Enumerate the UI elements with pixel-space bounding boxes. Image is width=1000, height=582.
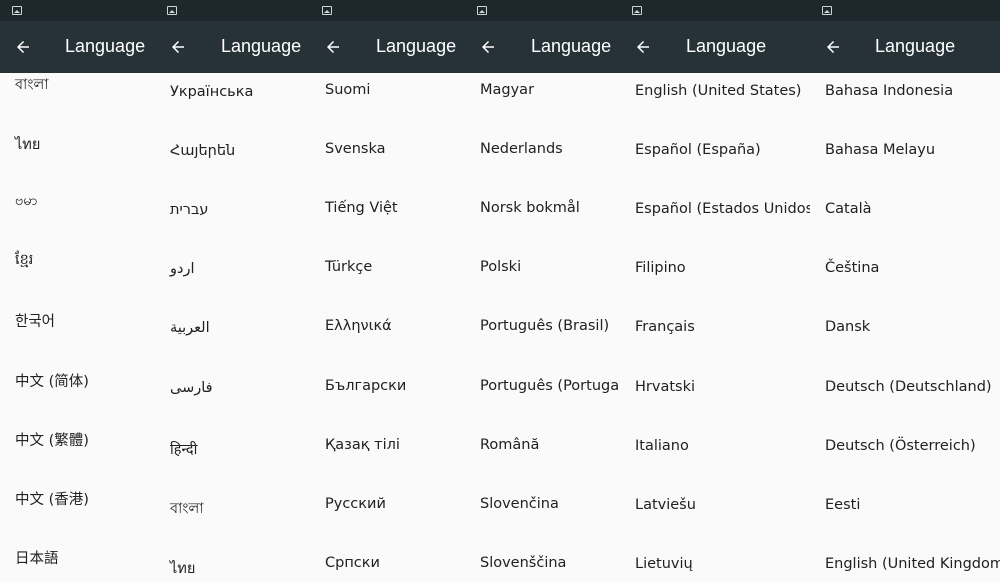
language-item[interactable]: Slovenčina bbox=[465, 496, 620, 536]
language-item[interactable]: Հայերեն bbox=[155, 143, 310, 183]
language-item[interactable]: Dansk bbox=[810, 319, 1000, 359]
language-item[interactable]: العربية bbox=[155, 320, 310, 360]
language-item[interactable]: Nederlands bbox=[465, 141, 620, 181]
language-item[interactable]: Română bbox=[465, 437, 620, 477]
language-item[interactable]: 中文 (香港) bbox=[0, 488, 155, 528]
language-item[interactable]: Hrvatski bbox=[620, 379, 810, 419]
language-item[interactable]: Bahasa Indonesia bbox=[810, 83, 1000, 123]
arrow-back-icon bbox=[827, 41, 839, 53]
language-item[interactable]: Magyar bbox=[465, 82, 620, 122]
arrow-back-icon bbox=[327, 41, 339, 53]
back-button[interactable] bbox=[630, 34, 656, 60]
language-screen-3: Language Suomi Svenska Tiếng Việt Türkçe Ελλη… bbox=[310, 0, 465, 582]
image-icon bbox=[632, 6, 642, 15]
language-item[interactable]: বাংলা bbox=[155, 498, 310, 538]
arrow-back-icon bbox=[172, 41, 184, 53]
language-item[interactable]: Suomi bbox=[310, 82, 465, 122]
language-item[interactable]: Ελληνικά bbox=[310, 318, 465, 358]
arrow-back-icon bbox=[637, 41, 649, 53]
status-bar bbox=[810, 0, 1000, 21]
status-bar bbox=[310, 0, 465, 21]
language-item[interactable]: 한국어 bbox=[0, 310, 155, 350]
language-item[interactable]: Türkçe bbox=[310, 259, 465, 299]
language-item[interactable]: Українська bbox=[155, 84, 310, 124]
status-bar bbox=[465, 0, 620, 21]
language-item[interactable]: Français bbox=[620, 319, 810, 359]
language-screen-1: Language বাংলা ไทย ဗမာ ខ្មែរ 한국어 中文 (简体) 中文 (繁體… bbox=[0, 0, 155, 582]
language-item[interactable]: Български bbox=[310, 378, 465, 418]
language-item[interactable]: Norsk bokmål bbox=[465, 200, 620, 240]
back-button[interactable] bbox=[10, 34, 36, 60]
language-item[interactable]: English (United States) bbox=[620, 83, 810, 123]
language-item[interactable]: ไทย bbox=[155, 557, 310, 582]
language-screen-2: Language Українська Հայերեն עברית اردو العربي… bbox=[155, 0, 310, 582]
language-item[interactable]: Português (Portugal) bbox=[465, 378, 620, 418]
toolbar: Language bbox=[810, 21, 1000, 73]
language-item[interactable]: Polski bbox=[465, 259, 620, 299]
toolbar: Language bbox=[620, 21, 810, 73]
language-item[interactable]: Eesti bbox=[810, 497, 1000, 537]
language-screen-6: Language Bahasa Indonesia Bahasa Melayu Cat… bbox=[810, 0, 1000, 582]
language-item[interactable]: 日本語 bbox=[0, 547, 155, 582]
toolbar-title: Language bbox=[531, 36, 612, 56]
language-screen-4: Language Magyar Nederlands Norsk bokmål Pols… bbox=[465, 0, 620, 582]
arrow-back-icon bbox=[482, 41, 494, 53]
language-item[interactable]: বাংলা bbox=[0, 74, 155, 114]
language-item[interactable]: Latviešu bbox=[620, 497, 810, 537]
language-item[interactable]: Српски bbox=[310, 555, 465, 582]
language-item[interactable]: Čeština bbox=[810, 260, 1000, 300]
arrow-back-icon bbox=[17, 41, 29, 53]
language-item[interactable]: Қазақ тілі bbox=[310, 437, 465, 477]
language-item[interactable]: Русский bbox=[310, 496, 465, 536]
language-item[interactable]: Català bbox=[810, 201, 1000, 241]
language-item[interactable]: Português (Brasil) bbox=[465, 318, 620, 358]
screenshot-strip: Language বাংলা ไทย ဗမာ ខ្មែរ 한국어 中文 (简体) 中文 (繁體… bbox=[0, 0, 1000, 582]
image-icon bbox=[822, 6, 832, 15]
status-bar bbox=[155, 0, 310, 21]
toolbar-title: Language bbox=[376, 36, 457, 56]
language-item[interactable]: Slovenščina bbox=[465, 555, 620, 582]
language-item[interactable]: فارسی bbox=[155, 380, 310, 420]
language-item[interactable]: ဗမာ bbox=[0, 192, 155, 232]
toolbar: Language bbox=[465, 21, 620, 73]
language-item[interactable]: Italiano bbox=[620, 438, 810, 478]
toolbar-title: Language bbox=[686, 36, 767, 56]
language-item[interactable]: Español (Estados Unidos) bbox=[620, 201, 810, 241]
toolbar-title: Language bbox=[65, 36, 146, 56]
image-icon bbox=[12, 6, 22, 15]
language-item[interactable]: ไทย bbox=[0, 133, 155, 173]
language-item[interactable]: English (United Kingdom) bbox=[810, 556, 1000, 582]
toolbar-title: Language bbox=[875, 36, 956, 56]
language-item[interactable]: हिन्दी bbox=[155, 439, 310, 479]
language-item[interactable]: Español (España) bbox=[620, 142, 810, 182]
back-button[interactable] bbox=[475, 34, 501, 60]
language-item[interactable]: Deutsch (Österreich) bbox=[810, 438, 1000, 478]
language-item[interactable]: Filipino bbox=[620, 260, 810, 300]
image-icon bbox=[322, 6, 332, 15]
language-screen-5: Language English (United States) Español (… bbox=[620, 0, 810, 582]
image-icon bbox=[167, 6, 177, 15]
toolbar-title: Language bbox=[221, 36, 302, 56]
language-item[interactable]: Tiếng Việt bbox=[310, 200, 465, 240]
back-button[interactable] bbox=[320, 34, 346, 60]
language-item[interactable]: اردو bbox=[155, 261, 310, 301]
language-item[interactable]: ខ្មែរ bbox=[0, 251, 155, 291]
toolbar: Language bbox=[310, 21, 465, 73]
language-item[interactable]: Bahasa Melayu bbox=[810, 142, 1000, 182]
toolbar: Language bbox=[0, 21, 155, 73]
language-item[interactable]: Deutsch (Deutschland) bbox=[810, 379, 1000, 419]
image-icon bbox=[477, 6, 487, 15]
language-item[interactable]: Lietuvių bbox=[620, 556, 810, 582]
status-bar bbox=[0, 0, 155, 21]
toolbar: Language bbox=[155, 21, 310, 73]
language-item[interactable]: עברית bbox=[155, 202, 310, 242]
back-button[interactable] bbox=[820, 34, 846, 60]
language-item[interactable]: 中文 (繁體) bbox=[0, 429, 155, 469]
language-item[interactable]: Svenska bbox=[310, 141, 465, 181]
status-bar bbox=[620, 0, 810, 21]
back-button[interactable] bbox=[165, 34, 191, 60]
language-item[interactable]: 中文 (简体) bbox=[0, 370, 155, 410]
